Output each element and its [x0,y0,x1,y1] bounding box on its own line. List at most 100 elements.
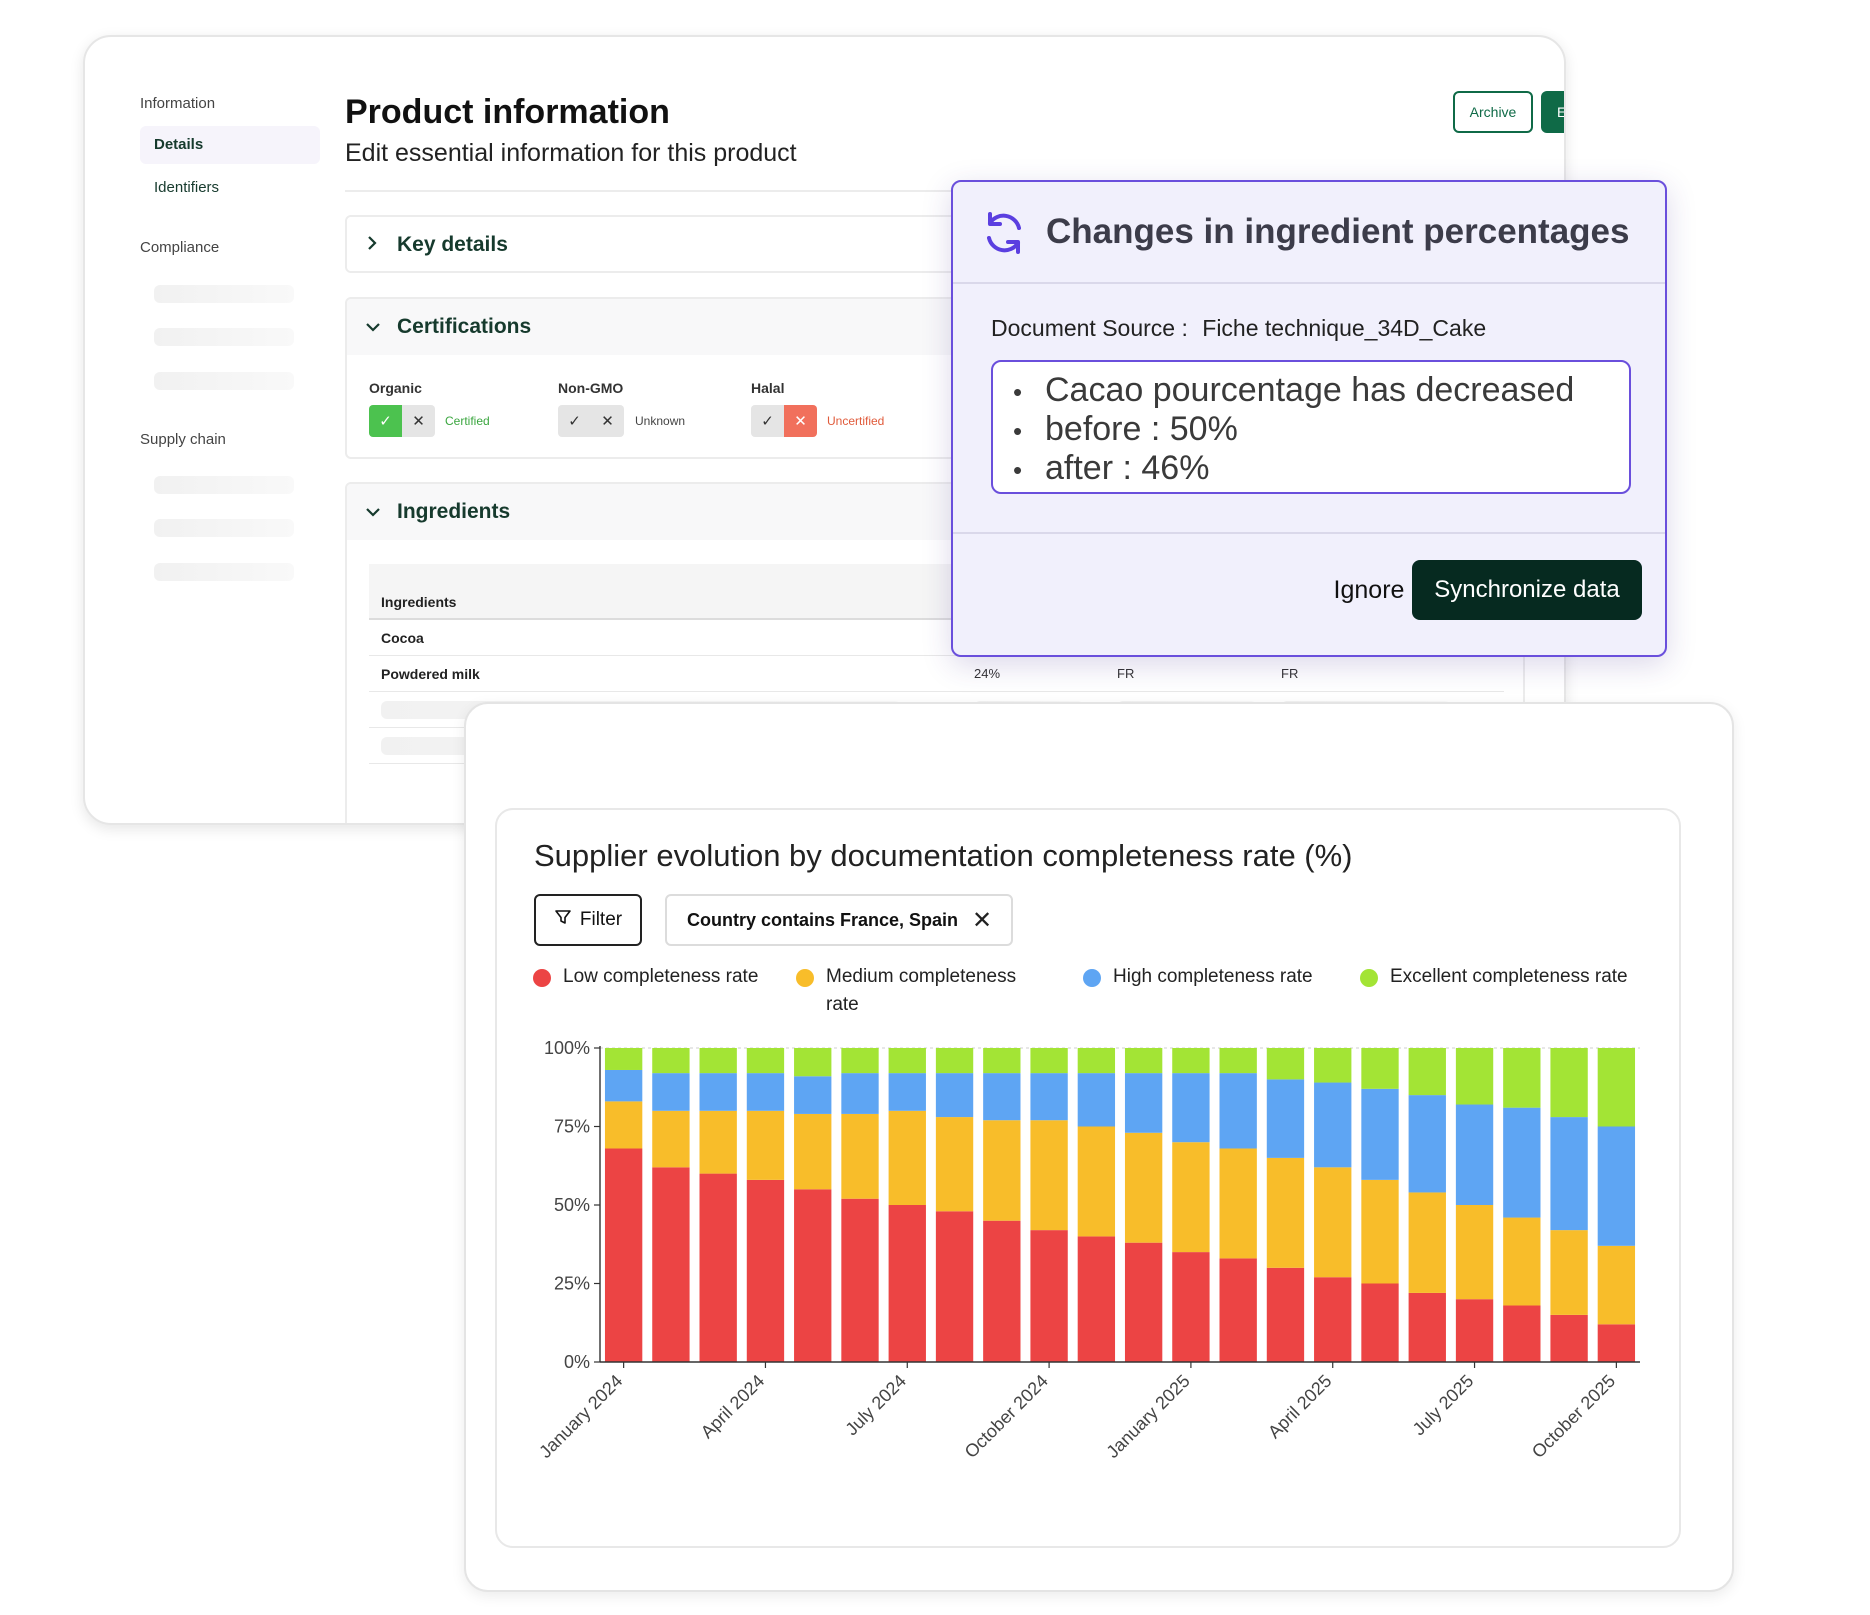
chevron-down-icon [365,500,389,524]
bar-segment-low [983,1220,1021,1362]
synchronize-data-button[interactable]: Synchronize data [1412,560,1642,620]
archive-button[interactable]: Archive [1453,91,1533,133]
filter-chip[interactable]: Country contains France, Spain ✕ [665,894,1013,946]
bar-segment-medium [1077,1126,1116,1237]
bar-segment-low [1408,1292,1446,1362]
bar-segment-low [1124,1242,1163,1362]
close-icon[interactable]: ✕ [972,906,992,935]
bar-segment-medium [699,1110,737,1174]
bar-segment-excellent [1077,1048,1116,1074]
bar-segment-high [1219,1073,1257,1149]
bar-segment-low [935,1211,974,1362]
x-tick-label: October 2024 [961,1371,1052,1462]
legend-label-high: High completeness rate [1113,966,1313,987]
y-tick-label: 0% [564,1352,590,1372]
sidebar-item-identifiers[interactable]: Identifiers [140,169,320,207]
bar-segment-medium [1314,1167,1352,1278]
bar-segment-medium [1030,1120,1068,1231]
sidebar-skeleton [154,476,294,494]
bar-segment-high [699,1073,737,1111]
edit-button[interactable]: Edit [1541,91,1564,133]
bar-segment-high [604,1069,643,1102]
bar-segment-low [888,1205,926,1362]
bar-segment-low [604,1148,643,1362]
sidebar-item-details[interactable]: Details [140,126,320,164]
sidebar-skeleton [154,563,294,581]
bar-segment-excellent [1219,1048,1257,1074]
table-row[interactable]: Powdered milk 24% FR FR [369,656,1504,692]
bar-segment-medium [841,1113,879,1199]
y-tick-label: 50% [554,1195,590,1215]
legend-dot-medium [796,969,814,987]
bar-segment-excellent [983,1048,1021,1074]
bar-segment-medium [1597,1245,1636,1325]
ingredient-percent: 24% [974,666,1001,681]
change-item: before : 50% [1013,411,1609,450]
key-details-label: Key details [397,233,508,256]
ingredient-changes-popup: Changes in ingredient percentages Docume… [951,180,1667,657]
legend-dot-high [1083,969,1101,987]
bar-segment-low [1455,1299,1494,1362]
bar-segment-excellent [1266,1048,1305,1080]
bar-segment-high [1077,1073,1116,1127]
bar-segment-medium [794,1113,832,1190]
chart-title: Supplier evolution by documentation comp… [534,838,1353,873]
bar-segment-medium [983,1120,1021,1221]
cross-icon[interactable]: ✕ [591,405,624,437]
cert-name-halal: Halal [751,380,785,396]
page-title: Product information [345,93,670,131]
popup-title: Changes in ingredient percentages [1046,212,1630,251]
cert-toggle-non-gmo[interactable]: ✓ ✕ [558,405,624,437]
bar-segment-high [1408,1095,1446,1193]
bar-segment-high [1361,1088,1399,1180]
cert-status-organic: Certified [445,414,490,428]
bar-segment-low [1266,1267,1305,1362]
sidebar-section-supply-chain: Supply chain [140,431,226,448]
bar-segment-medium [1124,1132,1163,1243]
ingredients-label: Ingredients [397,500,511,523]
x-tick-label: April 2024 [697,1371,768,1442]
cert-name-non-gmo: Non-GMO [558,380,624,396]
y-tick-label: 25% [554,1274,590,1294]
bar-segment-high [1030,1073,1068,1121]
bar-segment-excellent [1361,1048,1399,1089]
check-icon[interactable]: ✓ [369,405,402,437]
bar-segment-high [935,1073,974,1118]
bar-segment-low [1030,1230,1068,1362]
cross-icon[interactable]: ✕ [784,405,817,437]
filter-chip-label: Country contains France, Spain [687,909,959,930]
bar-segment-medium [746,1110,785,1180]
bar-segment-excellent [746,1048,785,1074]
bar-segment-low [1550,1314,1588,1362]
filter-button[interactable]: Filter [534,894,642,946]
bar-segment-excellent [1030,1048,1068,1074]
bar-segment-excellent [1314,1048,1352,1083]
ingredient-name: Cocoa [381,630,424,646]
bar-segment-medium [652,1110,690,1168]
bar-segment-excellent [652,1048,690,1074]
x-tick-label: January 2025 [1102,1371,1193,1462]
cert-toggle-halal[interactable]: ✓ ✕ [751,405,817,437]
ingredient-country: FR [1281,666,1299,681]
sidebar-skeleton [154,328,294,346]
cross-icon[interactable]: ✕ [402,405,435,437]
bar-segment-medium [888,1110,926,1205]
bar-segment-excellent [1455,1048,1494,1105]
document-source: Document Source : Fiche technique_34D_Ca… [991,315,1486,342]
x-tick-label: July 2025 [1409,1371,1478,1440]
sync-icon [979,208,1029,258]
sidebar-skeleton [154,285,294,303]
bar-segment-low [1314,1277,1352,1362]
check-icon[interactable]: ✓ [751,405,784,437]
stacked-bar-chart: 0% 25% 50% 75% 100% January 2024 April 2024 Jul… [540,1038,1640,1462]
bar-segment-excellent [1503,1048,1541,1108]
changes-box: Cacao pourcentage has decreased before :… [991,360,1631,494]
page-subtitle: Edit essential information for this prod… [345,139,797,167]
bar-segment-medium [1408,1192,1446,1293]
y-tick-label: 100% [544,1038,590,1058]
bar-segment-high [888,1073,926,1111]
bar-segment-excellent [699,1048,737,1074]
cert-toggle-organic[interactable]: ✓ ✕ [369,405,435,437]
bar-segment-excellent [888,1048,926,1074]
check-icon[interactable]: ✓ [558,405,591,437]
